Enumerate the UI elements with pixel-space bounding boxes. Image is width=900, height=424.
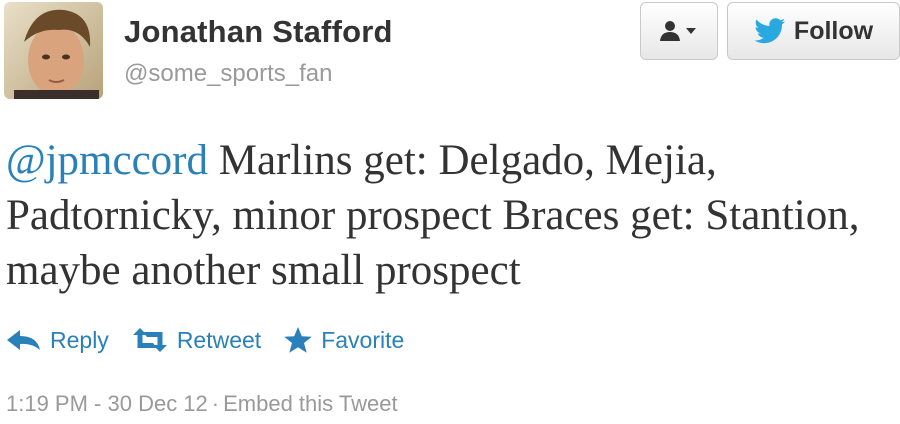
favorite-action[interactable]: Favorite [283, 326, 404, 354]
avatar-photo [4, 2, 103, 99]
favorite-label: Favorite [321, 326, 405, 353]
reply-action[interactable]: Reply [6, 327, 109, 354]
star-icon [284, 327, 312, 353]
user-icon [660, 21, 696, 41]
tweet-text: @jpmccord Marlins get: Delgado, Mejia, P… [6, 133, 886, 298]
embed-tweet-link[interactable]: Embed this Tweet [223, 391, 397, 416]
retweet-label: Retweet [176, 326, 262, 353]
user-actions-dropdown-button[interactable] [640, 2, 718, 60]
tweet-actions: Reply Retweet Favorite [6, 322, 426, 358]
twitter-bird-icon [754, 18, 786, 44]
retweet-icon [132, 328, 167, 352]
user-handle[interactable]: @some_sports_fan [124, 60, 332, 88]
reply-label: Reply [50, 326, 109, 353]
follow-label: Follow [793, 16, 874, 45]
reply-icon [7, 330, 40, 350]
display-name[interactable]: Jonathan Stafford [124, 14, 393, 50]
avatar[interactable] [4, 2, 103, 99]
meta-separator: · [211, 391, 220, 416]
follow-button[interactable]: Follow [727, 2, 900, 60]
retweet-action[interactable]: Retweet [131, 327, 261, 354]
tweet-meta: 1:19 PM - 30 Dec 12 · Embed this Tweet [6, 391, 398, 417]
mention-link[interactable]: @jpmccord [6, 137, 208, 184]
caret-down-icon [686, 28, 696, 34]
tweet-timestamp[interactable]: 1:19 PM - 30 Dec 12 [6, 391, 208, 416]
